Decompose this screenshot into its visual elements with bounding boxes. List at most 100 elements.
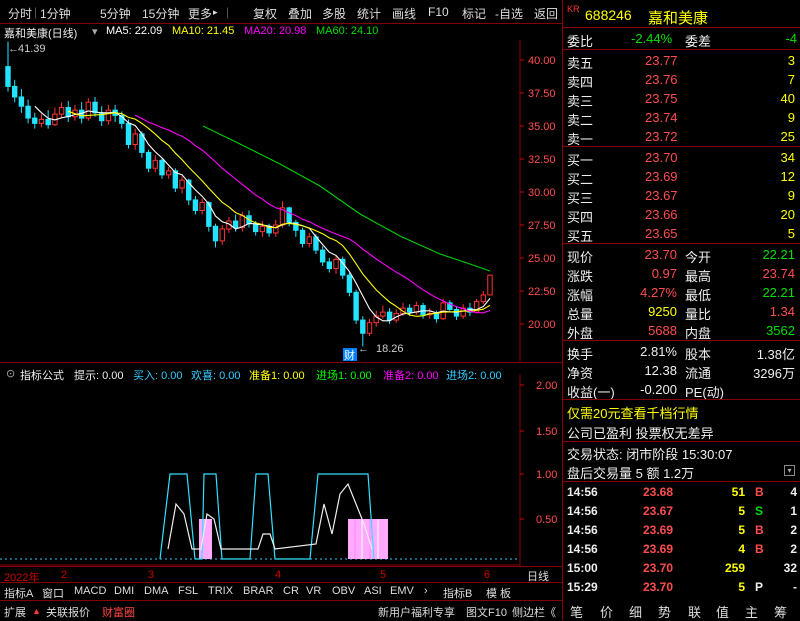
promo-text[interactable]: 仅需20元查看千档行情 xyxy=(567,403,698,422)
promo-row[interactable]: 仅需20元查看千档行情 xyxy=(563,401,800,422)
tab-chips[interactable]: 筹 xyxy=(774,602,787,621)
ask-volume: 9 xyxy=(787,110,795,125)
price-tick: 22.50 xyxy=(528,286,556,298)
trade-row: 14:56 23.69 4 B 2 xyxy=(563,540,800,559)
tab-1min[interactable]: 1分钟 xyxy=(40,5,71,22)
candle-body xyxy=(453,308,460,317)
candle-body xyxy=(125,122,132,145)
candle-body xyxy=(360,319,366,334)
period-toolbar: 分时 | 1分钟 5分钟 15分钟 更多 ▸ | 复权 叠加 多股 统计 画线 … xyxy=(0,0,562,24)
tab-obv[interactable]: OBV xyxy=(332,585,355,597)
ma20-label: MA20: 20.98 xyxy=(244,25,307,37)
tab-trend[interactable]: 势 xyxy=(658,602,671,621)
tab-trix[interactable]: TRIX xyxy=(208,585,233,597)
candle-body xyxy=(420,305,426,316)
expand-button[interactable]: 扩展 xyxy=(4,604,26,620)
candle-body xyxy=(92,101,98,114)
tab-more[interactable]: 更多 xyxy=(188,5,212,22)
stat-row: 总量 9250 量比 1.34 xyxy=(563,302,800,322)
tab-indicator-b[interactable]: 指标B xyxy=(443,585,472,601)
tab-trade[interactable]: 笔 xyxy=(570,602,583,621)
tab-main[interactable]: 主 xyxy=(745,602,758,621)
tab-cr[interactable]: CR xyxy=(283,585,299,597)
candle-body xyxy=(38,118,45,124)
tab-asi[interactable]: ASI xyxy=(364,585,382,597)
tab-detail[interactable]: 细 xyxy=(629,602,642,621)
tab-macd[interactable]: MACD xyxy=(74,585,106,597)
trade-count: 1 xyxy=(790,504,797,518)
candle-body xyxy=(326,261,333,270)
ask-row: 卖三 23.75 40 xyxy=(563,89,800,109)
wb-label: 委比 xyxy=(567,34,594,49)
tabs-scroll-icon[interactable]: › xyxy=(424,585,428,597)
candlestick-chart[interactable]: 40.00 37.50 35.00 32.50 30.00 27.50 25.00 22.50… xyxy=(0,40,562,362)
date-month-3: 3 xyxy=(148,569,155,581)
trade-side: B xyxy=(755,523,764,537)
restore-button[interactable]: 复权 xyxy=(253,5,277,22)
ask-price: 23.76 xyxy=(645,72,678,87)
watchlist-button[interactable]: -自选 xyxy=(495,5,523,22)
tab-indicator-a[interactable]: 指标A xyxy=(4,585,33,601)
bid-volume: 9 xyxy=(787,188,795,203)
ma-legend: 嘉和美康(日线) ▾ MA5: 22.09 MA10: 21.45 MA20: … xyxy=(0,24,562,40)
tab-5min[interactable]: 5分钟 xyxy=(100,5,131,22)
multi-stock-button[interactable]: 多股 xyxy=(322,5,346,22)
trade-count: 2 xyxy=(790,542,797,556)
mark-button[interactable]: 标记 xyxy=(462,5,486,22)
tab-value[interactable]: 值 xyxy=(716,602,729,621)
candle-body xyxy=(259,225,266,233)
trade-volume: 51 xyxy=(731,485,745,499)
overlay-button[interactable]: 叠加 xyxy=(288,5,312,22)
tab-link[interactable]: 联 xyxy=(688,602,701,621)
stat-value: 23.74 xyxy=(762,266,795,281)
candle-body xyxy=(487,274,493,296)
draw-line-button[interactable]: 画线 xyxy=(392,5,416,22)
kr-badge: KR xyxy=(567,4,580,14)
tab-15min[interactable]: 15分钟 xyxy=(142,5,179,22)
trade-row: 14:56 23.68 51 B 4 xyxy=(563,483,800,502)
trade-time: 15:29 xyxy=(567,580,598,594)
tab-vr[interactable]: VR xyxy=(306,585,321,597)
high-label: 41.39 xyxy=(18,43,46,55)
expand-icon[interactable]: ▾ xyxy=(92,25,98,38)
tab-brar[interactable]: BRAR xyxy=(243,585,274,597)
related-quote-button[interactable]: 关联报价 xyxy=(46,604,90,620)
trade-volume: 5 xyxy=(738,580,745,594)
candle-body xyxy=(179,179,185,189)
new-user-promo[interactable]: 新用户福利专享 xyxy=(378,604,455,620)
trade-price: 23.68 xyxy=(643,485,674,499)
fortune-circle-button[interactable]: 财富圈 xyxy=(102,604,135,620)
tab-fsl[interactable]: FSL xyxy=(178,585,198,597)
stock-code: 688246 xyxy=(585,7,632,23)
f10-graphic-button[interactable]: 图文F10 xyxy=(466,604,507,620)
tab-fenshi[interactable]: 分时 xyxy=(8,5,32,22)
tab-emv[interactable]: EMV xyxy=(390,585,414,597)
tab-price[interactable]: 价 xyxy=(600,602,613,621)
price-tick: 20.00 xyxy=(528,319,556,331)
tab-dma[interactable]: DMA xyxy=(144,585,168,597)
ma5-label: MA5: 22.09 xyxy=(106,25,163,37)
trade-price: 23.70 xyxy=(643,561,674,575)
bid-row: 买二 23.69 12 xyxy=(563,167,800,187)
indicator-chart[interactable]: 2.00 1.50 1.00 0.50 xyxy=(0,374,562,566)
ma60-label: MA60: 24.10 xyxy=(316,25,379,37)
trade-time: 14:56 xyxy=(567,485,598,499)
back-button[interactable]: 返回 xyxy=(534,5,558,22)
candle-body xyxy=(159,159,165,176)
wc-label: 委差 xyxy=(685,34,712,49)
bid-price: 23.69 xyxy=(645,169,678,184)
tab-dmi[interactable]: DMI xyxy=(114,585,134,597)
tab-template[interactable]: 模 板 xyxy=(486,585,511,601)
finance-badge[interactable]: 财 xyxy=(344,348,355,362)
candle-body xyxy=(132,133,138,145)
candle-body xyxy=(199,202,205,211)
stats-button[interactable]: 统计 xyxy=(357,5,381,22)
f10-button[interactable]: F10 xyxy=(428,5,449,19)
bid-volume: 20 xyxy=(780,207,795,222)
candle-body xyxy=(18,96,25,107)
menu-icon[interactable]: ▾ xyxy=(784,465,795,476)
sidebar-toggle[interactable]: 侧边栏《 xyxy=(512,604,556,620)
ma10-line xyxy=(68,110,491,317)
tab-window[interactable]: 窗口 xyxy=(42,585,64,601)
ask-price: 23.75 xyxy=(645,91,678,106)
